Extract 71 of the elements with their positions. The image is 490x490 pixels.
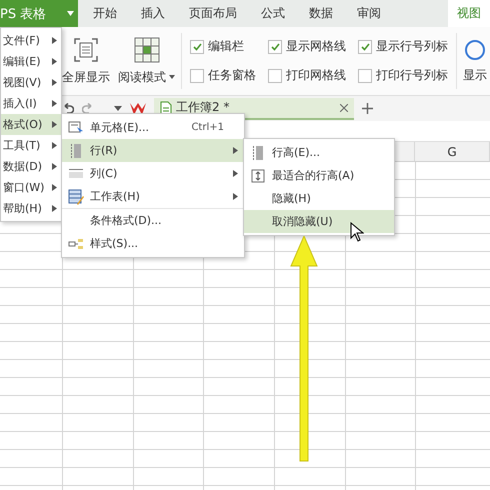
menu-item[interactable]: 取消隐藏(U) — [244, 210, 394, 233]
close-icon[interactable] — [340, 104, 348, 112]
submenu-arrow-icon — [52, 121, 57, 128]
redo-icon[interactable] — [82, 102, 94, 114]
dropdown-arrow-icon[interactable] — [114, 106, 122, 111]
submenu-arrow-icon — [52, 100, 57, 107]
submenu-arrow-icon — [52, 37, 57, 44]
menu-item[interactable]: 视图(V) — [1, 72, 61, 93]
autofit-icon — [251, 168, 265, 182]
menu-item[interactable]: 帮助(H) — [1, 198, 61, 219]
checkbox[interactable] — [268, 40, 282, 54]
submenu-arrow-icon — [52, 205, 57, 212]
app-menu-button[interactable]: PS 表格 — [0, 0, 78, 27]
submenu-arrow-icon — [52, 163, 57, 170]
checkbox[interactable] — [358, 68, 372, 82]
row-icon — [252, 144, 264, 160]
column-header[interactable]: G — [415, 142, 490, 161]
menu-item[interactable]: 隐藏(H) — [244, 187, 394, 210]
option-checkbox[interactable]: 显示行号列标 — [358, 38, 448, 55]
circle-icon — [464, 38, 486, 60]
dropdown-arrow-icon — [67, 11, 74, 16]
checkbox[interactable] — [358, 40, 372, 54]
ribbon-tab[interactable]: 页面布局 — [180, 0, 246, 27]
grid-icon — [134, 36, 160, 62]
submenu-arrow-icon — [52, 142, 57, 149]
column-icon — [68, 168, 84, 180]
zoom-display-button[interactable]: 显示 — [461, 27, 489, 95]
option-checkbox[interactable]: 打印行号列标 — [358, 67, 448, 84]
menu-item[interactable]: 插入(I) — [1, 93, 61, 114]
ribbon-tab[interactable]: 公式 — [252, 0, 294, 27]
checkbox[interactable] — [190, 68, 204, 82]
fullscreen-button[interactable]: 全屏显示 — [60, 27, 112, 95]
menu-item[interactable]: 数据(D) — [1, 156, 61, 177]
menu-item[interactable]: 行(R) — [62, 139, 244, 162]
menu-item[interactable]: 格式(O) — [1, 114, 61, 135]
menu-item[interactable]: 窗口(W) — [1, 177, 61, 198]
checkbox[interactable] — [190, 40, 204, 54]
ribbon-tab[interactable]: 审阅 — [348, 0, 390, 27]
option-checkbox[interactable]: 打印网格线 — [268, 67, 346, 84]
checkmark-icon — [270, 42, 280, 50]
ribbon-tab[interactable]: 视图 — [448, 0, 490, 27]
menu-item[interactable]: 工作表(H) — [62, 185, 244, 208]
menu-item[interactable]: 编辑(E) — [1, 51, 61, 72]
menu-item[interactable]: 最适合的行高(A) — [244, 164, 394, 187]
checkmark-icon — [192, 42, 202, 50]
logo-icon — [130, 102, 146, 114]
checkbox[interactable] — [268, 68, 282, 82]
worksheet-icon — [68, 188, 84, 204]
dropdown-arrow-icon — [169, 75, 175, 80]
option-checkbox[interactable]: 任务窗格 — [190, 67, 256, 84]
option-checkbox[interactable]: 显示网格线 — [268, 38, 346, 55]
row-icon — [70, 142, 82, 158]
submenu-arrow-icon — [52, 79, 57, 86]
submenu-arrow-icon — [52, 184, 57, 191]
menu-item[interactable]: 文件(F) — [1, 30, 61, 51]
menu-item[interactable]: 行高(E)... — [244, 141, 394, 164]
reading-mode-button[interactable]: 阅读模式 — [116, 27, 177, 95]
fullscreen-icon — [73, 36, 99, 62]
menu-item[interactable]: 工具(T) — [1, 135, 61, 156]
ribbon-tab[interactable]: 开始 — [84, 0, 126, 27]
submenu-arrow-icon — [52, 58, 57, 65]
style-icon — [68, 238, 84, 250]
undo-icon[interactable] — [62, 102, 74, 114]
checkmark-icon — [360, 42, 370, 50]
cell-format-icon — [68, 120, 84, 134]
add-tab-icon[interactable] — [362, 103, 373, 114]
option-checkbox[interactable]: 编辑栏 — [190, 38, 256, 55]
ribbon-tab[interactable]: 插入 — [132, 0, 174, 27]
menu-item[interactable]: 样式(S)... — [62, 232, 244, 255]
ribbon-tab[interactable]: 数据 — [300, 0, 342, 27]
menu-item[interactable]: 列(C) — [62, 162, 244, 185]
